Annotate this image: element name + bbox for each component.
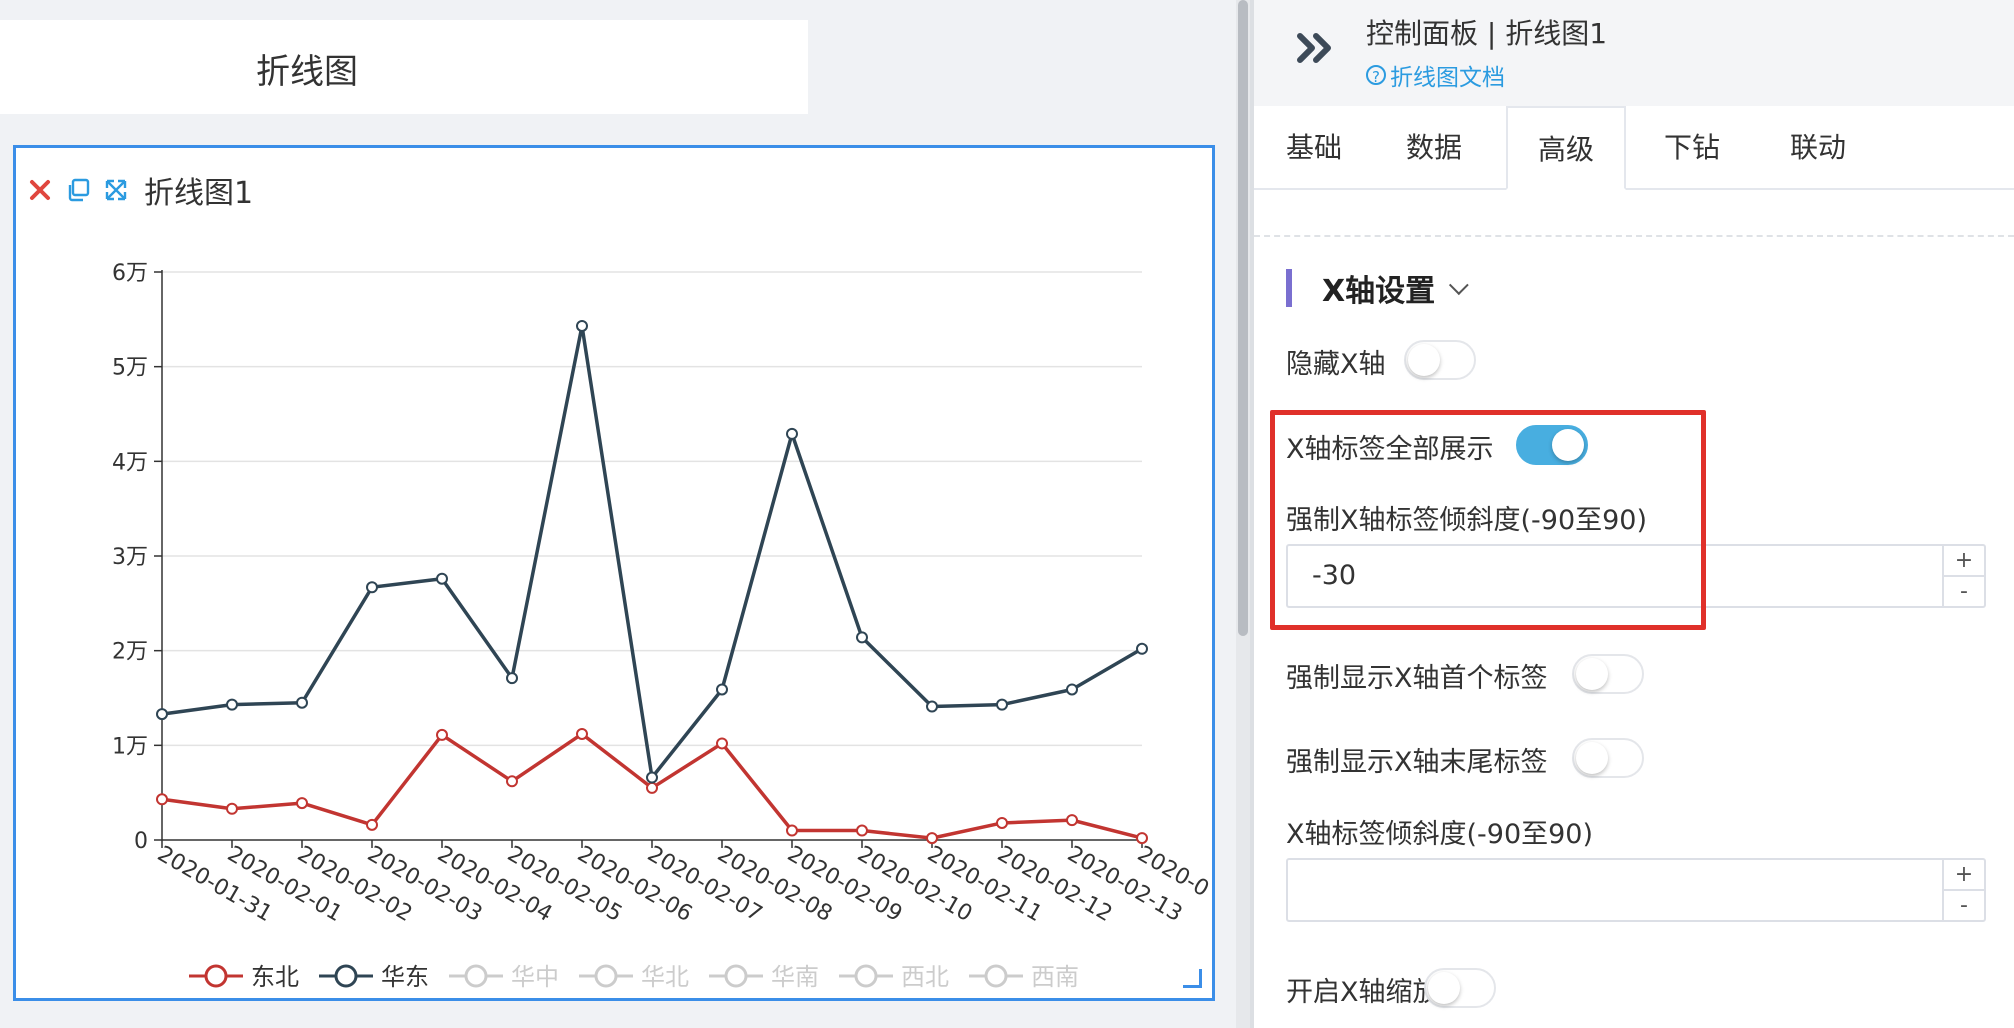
- legend-label: 华北: [641, 963, 689, 991]
- data-point: [436, 728, 448, 741]
- data-point: [576, 319, 588, 332]
- data-point: [576, 727, 588, 740]
- doc-link-label: 折线图文档: [1390, 65, 1505, 91]
- data-point: [296, 696, 308, 709]
- line-chart: 01万2万3万4万5万6万2020-01-312020-02-012020-02…: [112, 261, 1212, 991]
- data-point: [436, 572, 448, 585]
- hide-x-axis-label: 隐藏X轴: [1286, 349, 1386, 380]
- force-first-label-toggle[interactable]: [1572, 654, 1644, 694]
- y-tick-label: 0: [134, 829, 148, 854]
- legend-label: 华南: [771, 963, 819, 991]
- data-point: [996, 816, 1008, 829]
- data-point: [1136, 832, 1148, 845]
- stepper: + -: [1942, 546, 1984, 606]
- y-tick-label: 2万: [112, 640, 148, 665]
- data-point: [506, 775, 518, 788]
- data-point: [716, 683, 728, 696]
- data-point: [296, 797, 308, 810]
- hide-x-axis-toggle[interactable]: [1404, 340, 1476, 380]
- legend-marker: [854, 964, 878, 988]
- legend-label: 西南: [1031, 963, 1079, 991]
- data-point: [786, 824, 798, 837]
- page-title: 折线图: [256, 52, 358, 92]
- decrement-button[interactable]: -: [1944, 891, 1984, 921]
- data-point: [786, 427, 798, 440]
- tab-drilldown[interactable]: 下钻: [1632, 106, 1752, 188]
- data-point: [996, 698, 1008, 711]
- chevron-down-icon: [1449, 275, 1469, 296]
- data-point: [1066, 683, 1078, 696]
- series-line: [161, 324, 1143, 780]
- divider-dashed: [1254, 235, 2014, 237]
- data-point: [226, 802, 238, 815]
- tab-bar: 基础 数据 高级 下钻 联动: [1254, 106, 2014, 190]
- legend-label: 华中: [511, 963, 559, 991]
- toggle-knob: [1576, 658, 1608, 690]
- section-title: X轴设置: [1322, 274, 1436, 309]
- y-tick-label: 3万: [112, 545, 148, 570]
- highlight-annotation-box: [1270, 410, 1706, 630]
- force-last-label-toggle[interactable]: [1572, 738, 1644, 778]
- data-point: [856, 631, 868, 644]
- enable-zoom-toggle[interactable]: [1424, 968, 1496, 1008]
- double-chevron-right-icon[interactable]: [1294, 28, 1338, 68]
- tab-linkage[interactable]: 联动: [1758, 106, 1878, 188]
- data-point: [646, 771, 658, 784]
- label-rotate-input[interactable]: + -: [1286, 858, 1986, 922]
- data-point: [1136, 642, 1148, 655]
- legend-marker: [204, 964, 228, 988]
- page-title-card: 折线图: [0, 20, 808, 114]
- y-tick-label: 4万: [112, 450, 148, 475]
- panel-header: 控制面板 | 折线图1 ? 折线图文档: [1254, 0, 2014, 106]
- doc-link[interactable]: ? 折线图文档: [1366, 58, 1505, 92]
- data-point: [926, 700, 938, 713]
- data-point: [226, 698, 238, 711]
- data-point: [156, 793, 168, 806]
- legend-marker: [724, 964, 748, 988]
- data-point: [366, 818, 378, 831]
- toggle-knob: [1408, 344, 1440, 376]
- toggle-knob: [1428, 972, 1460, 1004]
- help-icon: ?: [1366, 65, 1386, 86]
- decrement-button[interactable]: -: [1944, 577, 1984, 607]
- panel-title: 控制面板 | 折线图1: [1366, 17, 1608, 50]
- force-last-label-label: 强制显示X轴末尾标签: [1286, 747, 1548, 778]
- legend-marker: [464, 964, 488, 988]
- enable-zoom-label: 开启X轴缩放: [1286, 977, 1440, 1008]
- data-point: [646, 781, 658, 794]
- section-header-x-axis[interactable]: X轴设置: [1286, 266, 1469, 310]
- force-first-label-label: 强制显示X轴首个标签: [1286, 663, 1548, 694]
- data-point: [506, 672, 518, 685]
- scrollbar-thumb[interactable]: [1238, 0, 1248, 636]
- section-accent-bar: [1286, 269, 1292, 307]
- tab-advanced[interactable]: 高级: [1506, 106, 1626, 190]
- data-point: [856, 824, 868, 837]
- legend-label: 东北: [251, 963, 299, 991]
- data-point: [1066, 814, 1078, 827]
- toggle-knob: [1576, 742, 1608, 774]
- stepper: + -: [1942, 860, 1984, 920]
- data-point: [366, 581, 378, 594]
- tab-data[interactable]: 数据: [1374, 106, 1494, 188]
- y-tick-label: 1万: [112, 734, 148, 759]
- label-rotate-label: X轴标签倾斜度(-90至90): [1286, 819, 1594, 850]
- legend-marker: [984, 964, 1008, 988]
- legend-label: 西北: [901, 963, 949, 991]
- legend-marker: [594, 964, 618, 988]
- data-point: [156, 708, 168, 721]
- tab-basic[interactable]: 基础: [1254, 106, 1374, 188]
- legend-label: 华东: [381, 963, 429, 991]
- increment-button[interactable]: +: [1944, 860, 1984, 891]
- y-tick-label: 5万: [112, 356, 148, 381]
- legend-marker: [334, 964, 358, 988]
- data-point: [716, 737, 728, 750]
- increment-button[interactable]: +: [1944, 546, 1984, 577]
- chart-card[interactable]: 折线图1 0 1万 2万 3万 4万 5万 6万 2020-01-31 2020-02-01 20…: [13, 145, 1215, 1001]
- resize-handle[interactable]: [1183, 969, 1202, 988]
- y-tick-label: 6万: [112, 261, 148, 286]
- data-point: [926, 832, 938, 845]
